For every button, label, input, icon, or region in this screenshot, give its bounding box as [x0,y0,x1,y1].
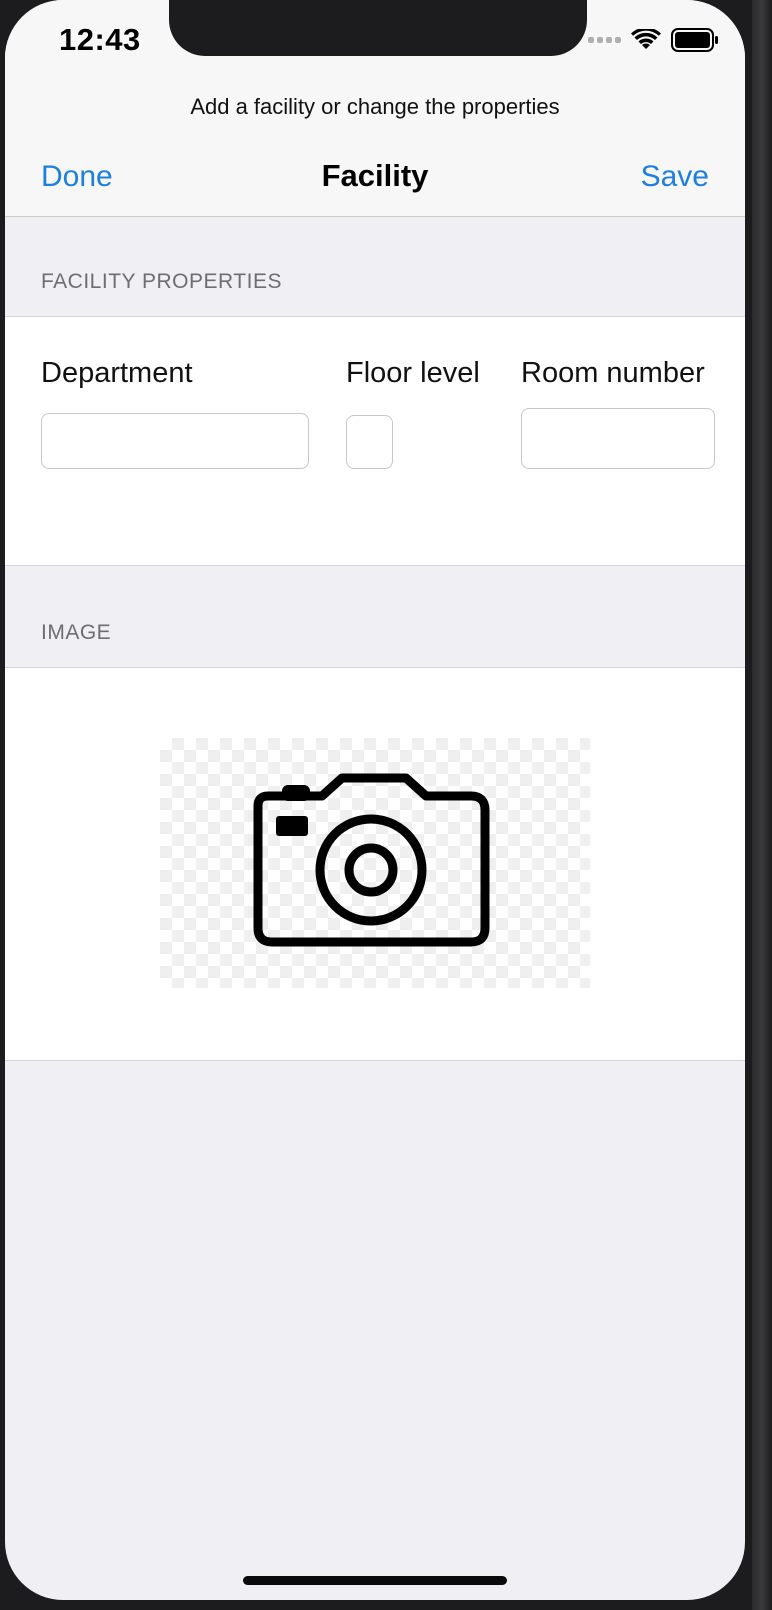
department-label: Department [41,357,193,389]
facility-properties-section: Department Floor level Room number [5,316,745,566]
status-time: 12:43 [59,22,141,57]
floor-level-field[interactable] [346,415,393,469]
department-field[interactable] [41,413,309,469]
image-section [5,667,745,1061]
page-title: Facility [321,158,429,193]
home-indicator[interactable] [243,1576,507,1585]
signal-dots-icon [588,37,621,43]
image-picker[interactable] [160,738,590,988]
done-button[interactable]: Done [41,160,113,194]
room-number-label: Room number [521,357,705,389]
image-section-header: IMAGE [41,621,112,644]
save-button[interactable]: Save [641,160,709,194]
room-number-field[interactable] [521,408,715,469]
status-icons [588,28,719,52]
navigation-prompt: Add a facility or change the properties [190,94,560,119]
device-bezel [752,0,772,1610]
floor-level-label: Floor level [346,357,480,389]
wifi-icon [631,29,661,49]
camera-icon [253,773,490,947]
phone-screen: 12:43 Add a facility or change the prope… [5,0,745,1600]
facility-properties-header: FACILITY PROPERTIES [41,270,282,293]
battery-icon [671,28,718,52]
device-notch [169,0,587,56]
